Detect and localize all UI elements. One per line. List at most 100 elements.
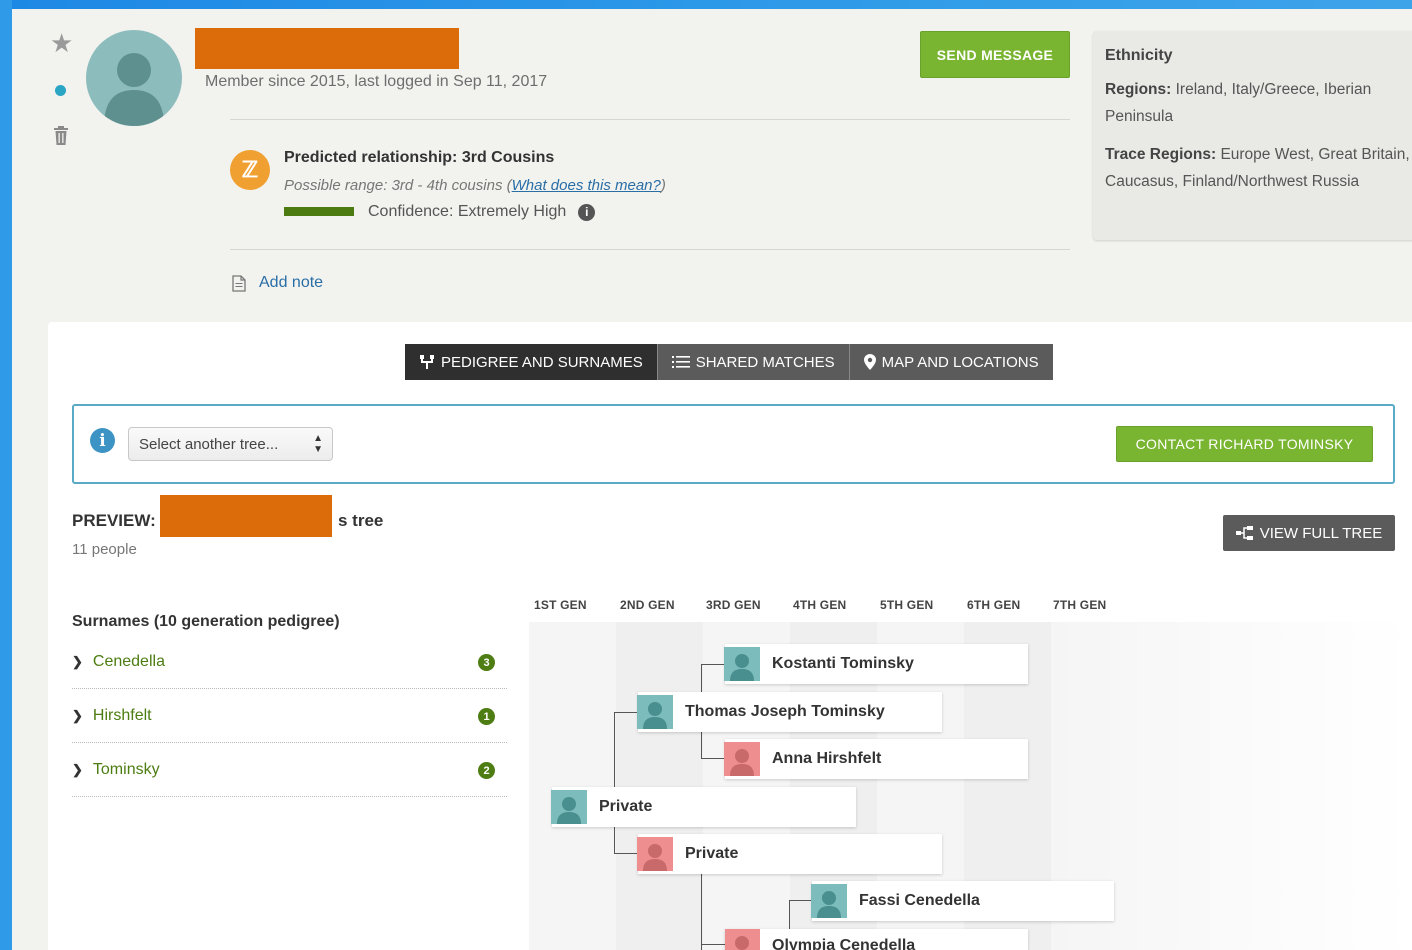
female-person-icon (724, 742, 760, 776)
info-icon[interactable]: i (578, 204, 596, 221)
top-nav-bar (0, 0, 1412, 9)
person-node[interactable]: Fassi Cenedella (811, 881, 1114, 921)
person-name: Olympia Cenedella (772, 937, 916, 950)
surname-count: 2 (478, 762, 495, 779)
surname-name: Hirshfelt (92, 707, 152, 724)
select-value: Select another tree... (139, 435, 279, 453)
trace-regions-label: Trace Regions: (1105, 146, 1217, 163)
generation-label: 4TH GEN (793, 598, 847, 612)
surname-name: Cenedella (92, 653, 165, 670)
divider (230, 119, 1070, 120)
predicted-relationship: Predicted relationship: 3rd Cousins (284, 149, 555, 166)
person-node[interactable]: Kostanti Tominsky (724, 644, 1028, 684)
confidence-text: Confidence: Extremely High i (368, 203, 596, 221)
note-icon (232, 275, 246, 292)
male-person-icon (551, 790, 587, 824)
dna-relationship-icon: ℤ (230, 150, 270, 190)
connector-line (614, 853, 638, 854)
confidence-bar (284, 207, 354, 216)
tab-label: MAP AND LOCATIONS (881, 353, 1039, 371)
select-arrows-icon: ▲ ▼ (313, 433, 323, 455)
surname-row[interactable]: ❯ Cenedella 3 (72, 635, 507, 689)
connector-line (701, 758, 725, 759)
map-pin-icon (863, 354, 876, 370)
ethnicity-trace-regions: Trace Regions: Europe West, Great Britai… (1105, 141, 1411, 195)
ethnicity-title: Ethnicity (1105, 47, 1173, 64)
tab-label: SHARED MATCHES (695, 353, 835, 371)
view-full-tree-label: VIEW FULL TREE (1259, 524, 1383, 542)
online-status-icon (55, 85, 66, 96)
generation-column (616, 622, 703, 950)
person-node[interactable]: Olympia Cenedella (725, 929, 1028, 950)
view-full-tree-button[interactable]: VIEW FULL TREE (1223, 515, 1395, 551)
redacted-username (195, 28, 459, 69)
generation-label: 6TH GEN (967, 598, 1021, 612)
male-person-icon (637, 695, 673, 729)
possible-range: Possible range: 3rd - 4th cousins (What … (284, 177, 666, 194)
ethnicity-regions: Regions: Ireland, Italy/Greece, Iberian … (1105, 76, 1411, 130)
preview-tree-suffix: s tree (338, 511, 384, 530)
surname-name: Tominsky (92, 761, 160, 778)
surname-count: 1 (478, 708, 495, 725)
star-icon[interactable]: ★ (50, 30, 73, 56)
redacted-tree-owner (160, 495, 332, 537)
tree-view-icon (1235, 526, 1253, 540)
divider (230, 249, 1070, 250)
regions-label: Regions: (1105, 81, 1172, 98)
person-node[interactable]: Anna Hirshfelt (724, 739, 1028, 779)
info-icon: i (90, 428, 115, 453)
preview-label: PREVIEW: (72, 511, 156, 530)
add-note-link[interactable]: Add note (259, 274, 323, 292)
chevron-right-icon: ❯ (72, 654, 83, 669)
connector-line (789, 900, 813, 901)
person-name: Private (599, 798, 653, 815)
left-edge-strip (0, 0, 12, 950)
member-since-text: Member since 2015, last logged in Sep 11… (205, 73, 548, 90)
surnames-title: Surnames (10 generation pedigree) (72, 613, 340, 630)
surname-row[interactable]: ❯ Tominsky 2 (72, 743, 507, 797)
person-node[interactable]: Private (637, 834, 942, 874)
range-suffix: ) (660, 177, 666, 194)
pedigree-icon (420, 355, 434, 369)
tab-pedigree-and-surnames[interactable]: PEDIGREE AND SURNAMES (405, 344, 658, 380)
avatar (86, 30, 182, 126)
generation-label: 3RD GEN (706, 598, 761, 612)
chevron-right-icon: ❯ (72, 762, 83, 777)
people-count: 11 people (72, 541, 137, 558)
connector-line (701, 944, 725, 945)
send-message-button[interactable]: SEND MESSAGE (920, 31, 1070, 78)
female-person-icon (725, 929, 760, 950)
person-node[interactable]: Private (551, 787, 856, 827)
trash-icon[interactable] (53, 126, 69, 146)
male-person-icon (811, 884, 847, 918)
tree-select-dropdown[interactable]: Select another tree... ▲ ▼ (128, 427, 333, 461)
list-icon (671, 356, 690, 368)
generation-label: 7TH GEN (1053, 598, 1107, 612)
confidence-label: Confidence: Extremely High (368, 203, 567, 220)
male-person-icon (724, 647, 760, 681)
surname-count: 3 (478, 654, 495, 671)
female-person-icon (637, 837, 673, 871)
generation-label: 2ND GEN (620, 598, 675, 612)
range-prefix: Possible range: 3rd - 4th cousins ( (284, 177, 512, 194)
connector-line (614, 712, 615, 853)
tab-bar: PEDIGREE AND SURNAMES SHARED MATCHES MAP… (405, 344, 1053, 380)
tab-map-and-locations[interactable]: MAP AND LOCATIONS (849, 344, 1053, 380)
ethnicity-panel: Ethnicity Regions: Ireland, Italy/Greece… (1093, 31, 1412, 240)
person-name: Anna Hirshfelt (772, 750, 882, 767)
person-name: Kostanti Tominsky (772, 655, 914, 672)
contact-button[interactable]: CONTACT RICHARD TOMINSKY (1116, 426, 1373, 462)
person-node[interactable]: Thomas Joseph Tominsky (637, 692, 942, 732)
generation-label: 1ST GEN (534, 598, 587, 612)
person-name: Private (685, 845, 739, 862)
person-silhouette-icon (104, 53, 164, 126)
generation-column (529, 622, 616, 950)
generation-label: 5TH GEN (880, 598, 934, 612)
surname-row[interactable]: ❯ Hirshfelt 1 (72, 689, 507, 743)
what-does-this-mean-link[interactable]: What does this mean? (512, 177, 661, 194)
connector-line (701, 664, 725, 665)
person-name: Thomas Joseph Tominsky (685, 703, 885, 720)
connector-line (614, 712, 638, 713)
chevron-right-icon: ❯ (72, 708, 83, 723)
tab-shared-matches[interactable]: SHARED MATCHES (657, 344, 850, 380)
